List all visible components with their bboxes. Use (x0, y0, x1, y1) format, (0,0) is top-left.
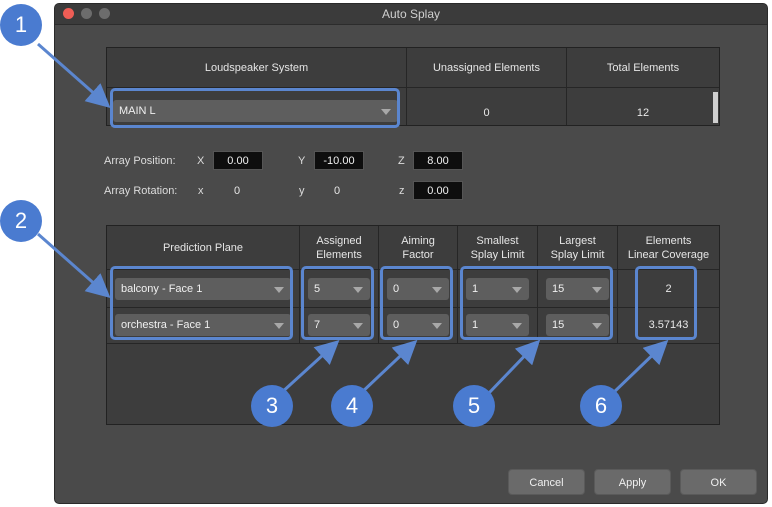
cancel-button[interactable]: Cancel (508, 469, 585, 495)
header-prediction-plane: Prediction Plane (162, 241, 244, 254)
array-z-label: Z (398, 155, 405, 167)
array-z-field[interactable]: 8.00 (413, 151, 463, 170)
highlight-aiming-factor-column (380, 266, 453, 340)
callout-badge-3: 3 (251, 385, 293, 427)
header-unassigned-elements: Unassigned Elements (432, 61, 540, 74)
rotation-z-label: z (399, 185, 405, 197)
array-y-label: Y (298, 155, 306, 167)
header-total-elements: Total Elements (606, 61, 680, 74)
highlight-loudspeaker-dropdown (110, 88, 400, 128)
highlight-prediction-plane-column (110, 266, 293, 340)
array-x-field[interactable]: 0.00 (213, 151, 263, 170)
callout-badge-6: 6 (580, 385, 622, 427)
rotation-x-label: x (198, 185, 204, 197)
highlight-assigned-elements-column (301, 266, 374, 340)
auto-splay-window: Auto Splay Loudspeaker System Unassigned… (54, 3, 768, 504)
unassigned-elements-value: 0 (483, 107, 490, 119)
highlight-linear-coverage-column (635, 266, 697, 340)
window-title: Auto Splay (381, 7, 441, 21)
callout-badge-5: 5 (453, 385, 495, 427)
array-x-label: X (197, 155, 205, 167)
rotation-y-label: y (299, 185, 305, 197)
title-bar: Auto Splay (55, 4, 767, 25)
apply-button[interactable]: Apply (594, 469, 671, 495)
rotation-z-field[interactable]: 0.00 (413, 181, 463, 200)
callout-badge-4: 4 (331, 385, 373, 427)
header-elements-linear-coverage: Elements Linear Coverage (627, 234, 710, 261)
total-elements-value: 12 (636, 107, 650, 119)
header-aiming-factor: Aiming Factor (401, 234, 435, 261)
callout-badge-2: 2 (0, 200, 42, 242)
header-loudspeaker-system: Loudspeaker System (204, 61, 309, 74)
header-assigned-elements: Assigned Elements (316, 234, 362, 261)
header-smallest-splay-limit: Smallest Splay Limit (470, 234, 525, 261)
rotation-y-value: 0 (333, 185, 341, 197)
rotation-x-value: 0 (233, 185, 241, 197)
array-position-label: Array Position: (104, 155, 176, 167)
table-scrollbar[interactable] (713, 92, 718, 123)
header-largest-splay-limit: Largest Splay Limit (550, 234, 605, 261)
ok-button[interactable]: OK (680, 469, 757, 495)
array-y-field[interactable]: -10.00 (314, 151, 364, 170)
highlight-splay-limit-columns (460, 266, 613, 340)
callout-badge-1: 1 (0, 4, 42, 46)
array-rotation-label: Array Rotation: (104, 185, 178, 197)
